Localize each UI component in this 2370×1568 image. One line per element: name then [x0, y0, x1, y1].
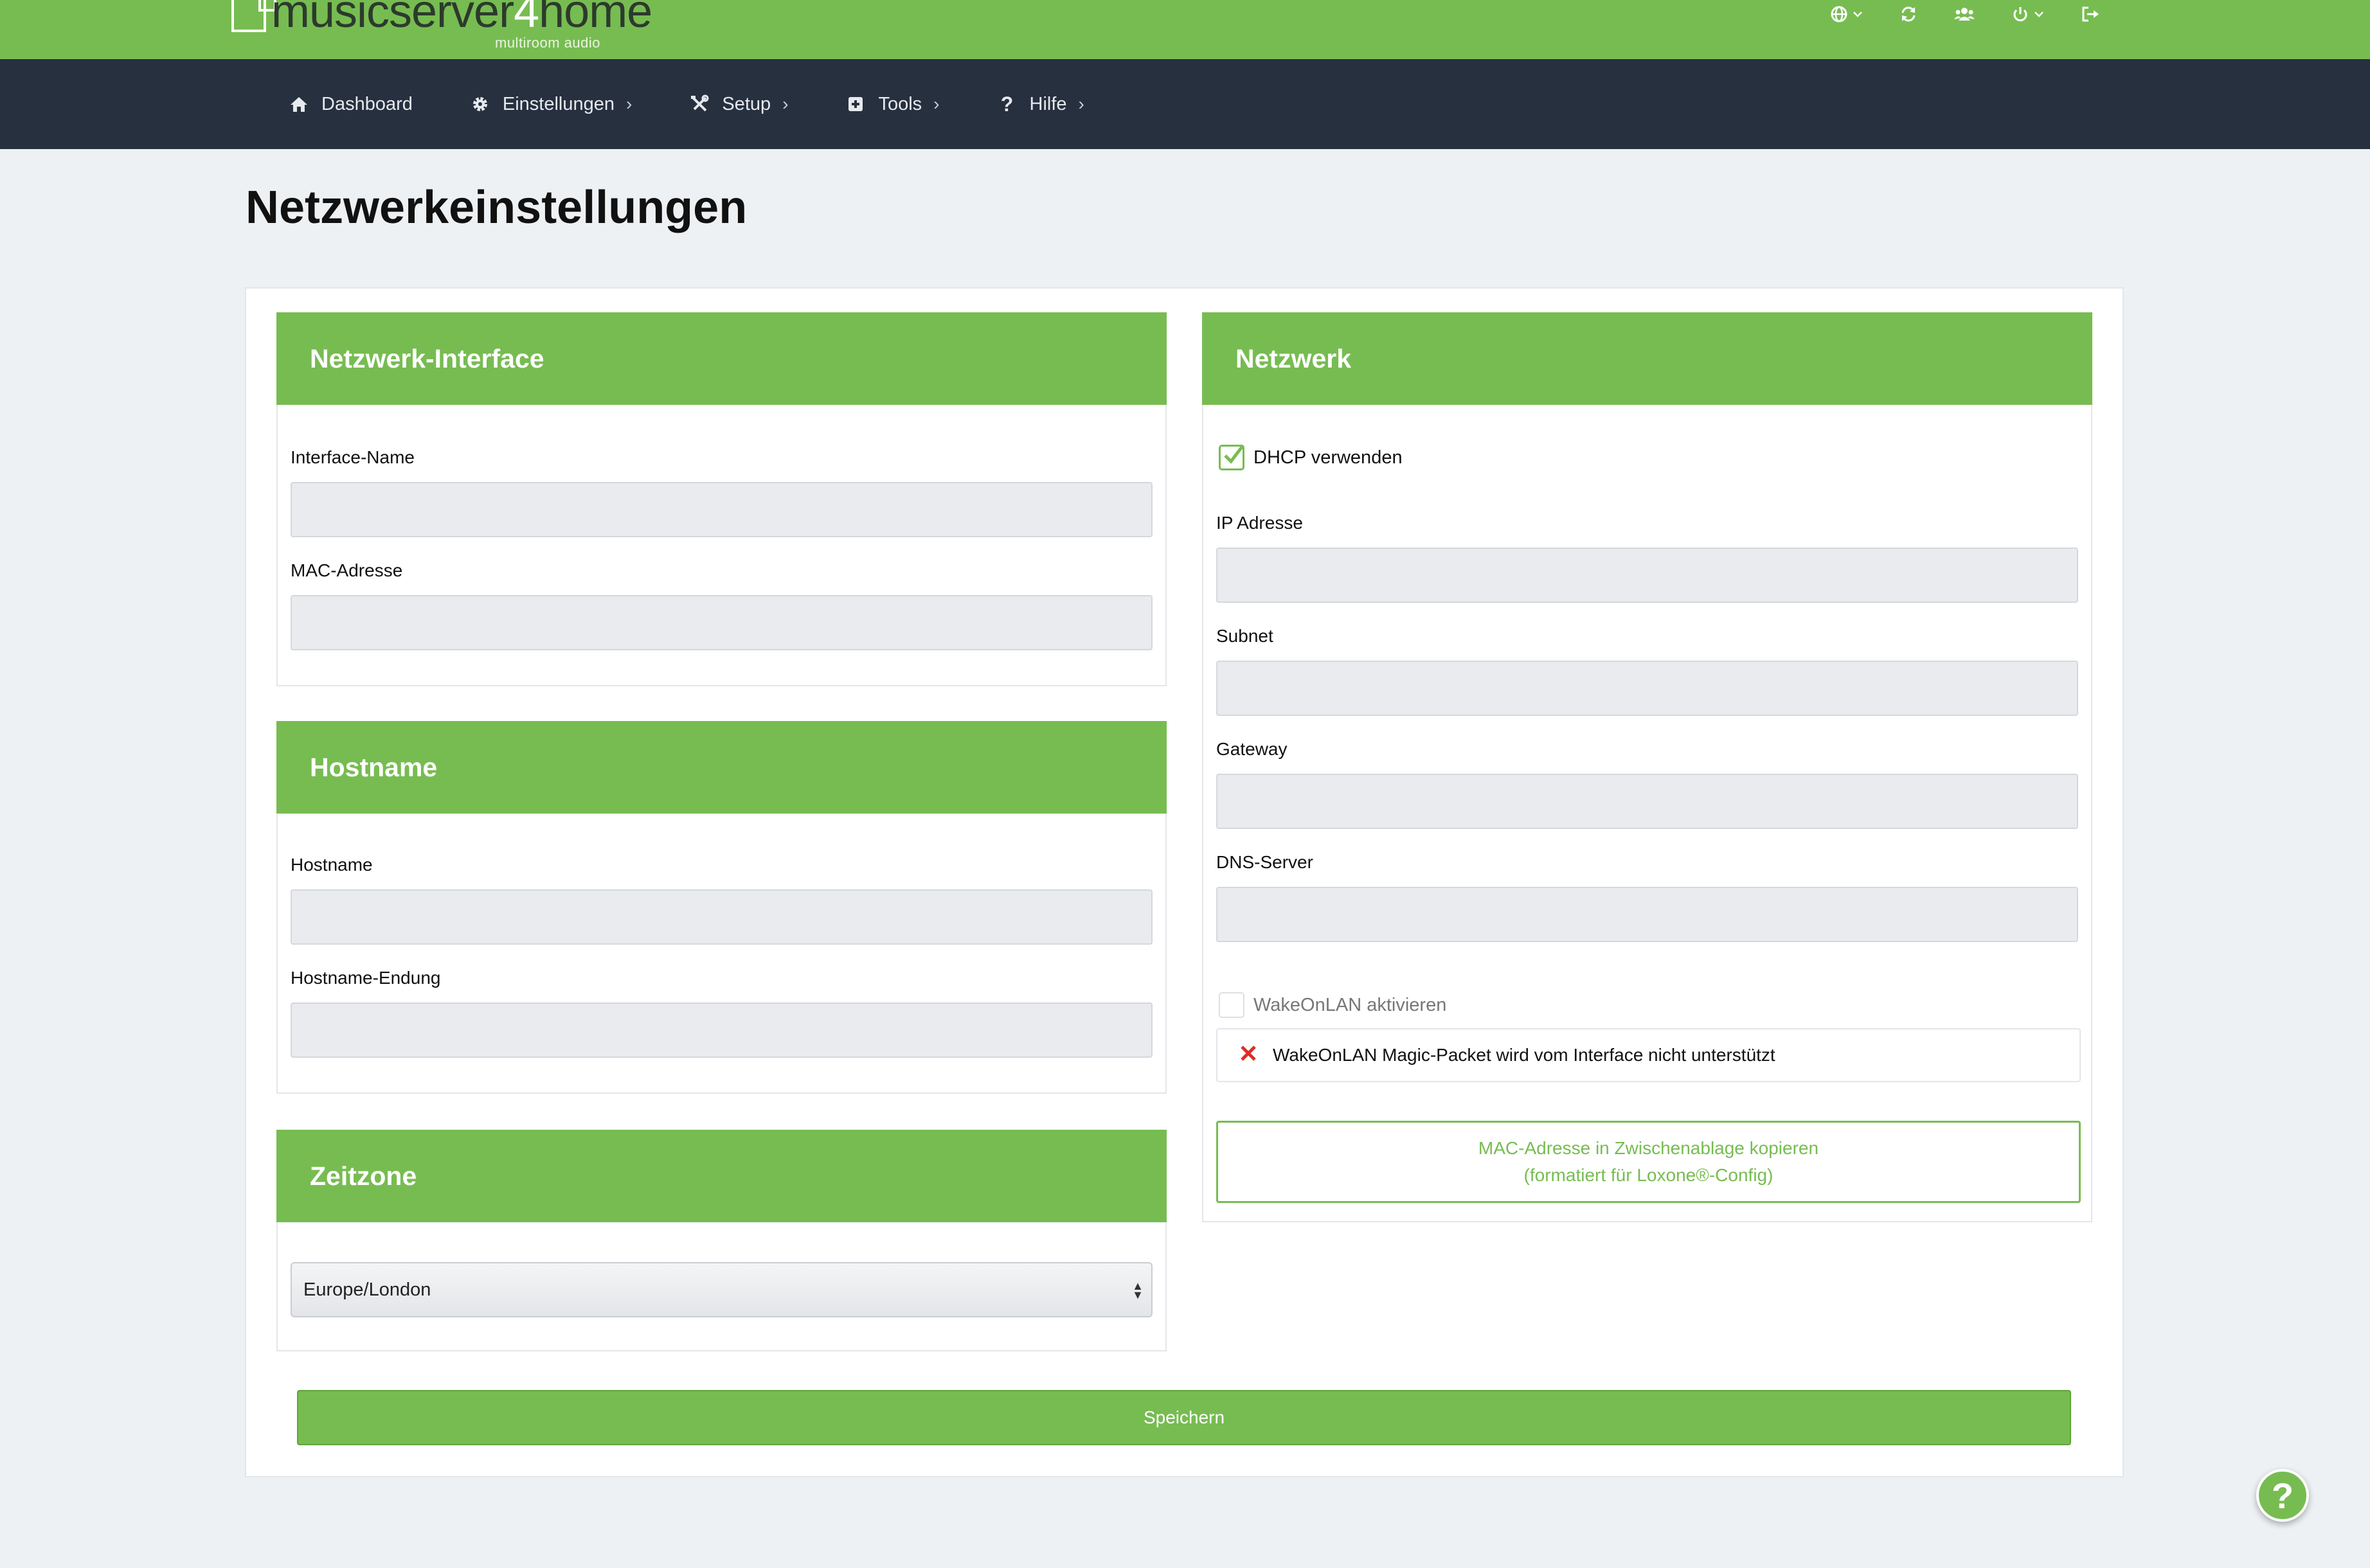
power-menu[interactable]: [2011, 5, 2045, 23]
copy-mac-button[interactable]: MAC-Adresse in Zwischenablage kopieren (…: [1216, 1121, 2081, 1203]
chevron-right-icon: ›: [933, 94, 940, 114]
logo-text: musicserver4home: [271, 0, 652, 37]
hostname-label: Hostname: [291, 855, 373, 875]
plus-square-icon: [845, 93, 866, 115]
nav-setup[interactable]: Setup ›: [688, 93, 788, 115]
help-button[interactable]: ?: [2256, 1469, 2309, 1522]
interface-name-label: Interface-Name: [291, 447, 415, 467]
network-panel: Netzwerk DHCP verwenden IP Adresse Subne…: [1202, 312, 2092, 1222]
timezone-panel: Zeitzone Europe/London ▲ ▼: [276, 1130, 1167, 1351]
wol-warning: WakeOnLAN Magic-Packet wird vom Interfac…: [1216, 1028, 2081, 1082]
nav-dashboard-label: Dashboard: [321, 93, 413, 114]
nav-tools[interactable]: Tools ›: [845, 93, 940, 115]
save-button[interactable]: Speichern: [297, 1390, 2071, 1445]
timezone-select[interactable]: Europe/London ▲ ▼: [291, 1262, 1153, 1317]
dhcp-label: DHCP verwenden: [1253, 447, 1403, 468]
page-title: Netzwerkeinstellungen: [246, 182, 748, 233]
hostname-suffix-input[interactable]: [291, 1002, 1153, 1058]
error-x-icon: [1239, 1044, 1257, 1067]
users-icon: [1954, 8, 1975, 21]
nav-hilfe-label: Hilfe: [1029, 93, 1067, 114]
refresh-icon: [1901, 6, 1916, 22]
network-panel-title: Netzwerk: [1202, 312, 2092, 405]
gateway-input[interactable]: [1216, 774, 2078, 829]
main-nav: Dashboard Einstellungen › Setup › Tools …: [0, 59, 2370, 149]
mac-address-label: MAC-Adresse: [291, 560, 403, 580]
dhcp-checkbox[interactable]: DHCP verwenden: [1219, 444, 1403, 470]
nav-dashboard[interactable]: Dashboard: [288, 93, 413, 115]
checkbox-checked-icon: [1219, 444, 1244, 470]
language-menu[interactable]: [1830, 5, 1863, 23]
copy-mac-line1: MAC-Adresse in Zwischenablage kopieren: [1478, 1138, 1819, 1158]
dns-server-input[interactable]: [1216, 887, 2078, 942]
interface-name-input[interactable]: [291, 482, 1153, 537]
hostname-panel: Hostname Hostname Hostname-Endung: [276, 721, 1167, 1094]
refresh-button[interactable]: [1899, 5, 1917, 23]
hostname-suffix-label: Hostname-Endung: [291, 968, 441, 988]
chevron-right-icon: ›: [626, 94, 633, 114]
hostname-panel-title: Hostname: [276, 721, 1167, 814]
nav-tools-label: Tools: [878, 93, 922, 114]
chevron-down-icon: [2034, 12, 2043, 17]
logout-button[interactable]: [2081, 5, 2100, 23]
question-icon: ?: [1000, 92, 1014, 116]
top-bar: musicserver4home multiroom audio: [0, 0, 2370, 59]
subnet-label: Subnet: [1216, 626, 1273, 646]
subnet-input[interactable]: [1216, 661, 2078, 716]
interface-panel-title: Netzwerk-Interface: [276, 312, 1167, 405]
wol-label: WakeOnLAN aktivieren: [1253, 994, 1447, 1015]
chevron-right-icon: ›: [782, 94, 789, 114]
select-arrows-icon: ▲ ▼: [1132, 1279, 1144, 1301]
chevron-right-icon: ›: [1078, 94, 1084, 114]
nav-setup-label: Setup: [722, 93, 771, 114]
nav-einstellungen[interactable]: Einstellungen ›: [469, 93, 632, 115]
users-button[interactable]: [1953, 5, 1975, 23]
power-icon: [2013, 7, 2027, 22]
ip-address-input[interactable]: [1216, 548, 2078, 603]
wol-warning-text: WakeOnLAN Magic-Packet wird vom Interfac…: [1273, 1045, 1775, 1065]
chevron-down-icon: [1853, 12, 1862, 17]
timezone-panel-title: Zeitzone: [276, 1130, 1167, 1222]
nav-hilfe[interactable]: ? Hilfe ›: [996, 92, 1084, 116]
ip-address-label: IP Adresse: [1216, 513, 1303, 533]
gateway-label: Gateway: [1216, 739, 1288, 759]
top-icons: [1830, 0, 2100, 28]
home-icon: [288, 93, 310, 115]
nav-einstellungen-label: Einstellungen: [502, 93, 615, 114]
logout-icon: [2082, 6, 2099, 22]
mac-address-input[interactable]: [291, 595, 1153, 650]
logo-subtitle: multiroom audio: [495, 35, 601, 51]
globe-icon: [1831, 6, 1847, 22]
dns-server-label: DNS-Server: [1216, 852, 1313, 872]
tools-icon: [688, 93, 710, 115]
copy-mac-line2: (formatiert für Loxone®-Config): [1523, 1165, 1773, 1185]
gear-icon: [469, 93, 491, 115]
hostname-input[interactable]: [291, 889, 1153, 945]
timezone-selected-value: Europe/London: [303, 1279, 431, 1300]
interface-panel: Netzwerk-Interface Interface-Name MAC-Ad…: [276, 312, 1167, 686]
wol-checkbox[interactable]: WakeOnLAN aktivieren: [1219, 992, 1446, 1018]
checkbox-unchecked-icon: [1219, 992, 1244, 1018]
